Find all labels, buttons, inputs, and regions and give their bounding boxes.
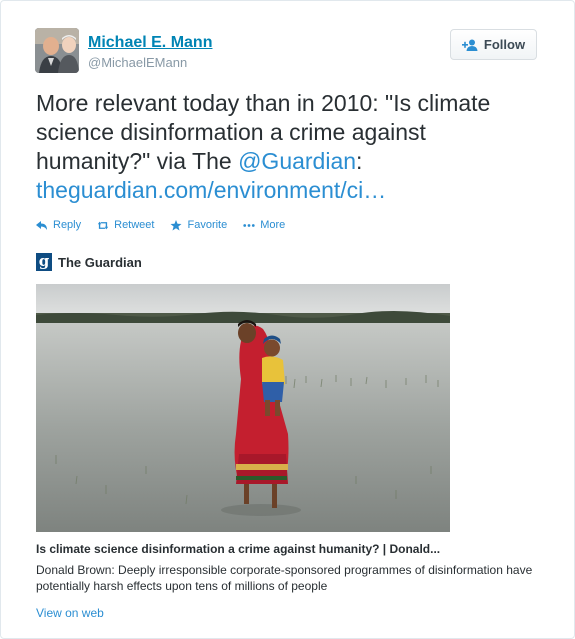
tweet-card: Michael E. Mann @MichaelEMann Follow Mor… <box>0 0 575 639</box>
more-button[interactable]: More <box>243 219 285 231</box>
favorite-button[interactable]: Favorite <box>170 219 227 231</box>
retweet-icon <box>97 221 109 229</box>
follow-label: Follow <box>483 37 526 52</box>
star-icon <box>170 219 182 230</box>
reply-label: Reply <box>53 219 82 231</box>
tweet-actions: Reply Retweet Favorite More <box>36 219 285 231</box>
tweet-text: More relevant today than in 2010: "Is cl… <box>36 89 546 205</box>
guardian-logo-icon: g <box>36 253 52 271</box>
retweet-label: Retweet <box>114 219 155 231</box>
card-image[interactable] <box>36 284 450 532</box>
card-title[interactable]: Is climate science disinformation a crim… <box>36 542 440 556</box>
card-source[interactable]: g The Guardian <box>36 253 142 271</box>
reply-button[interactable]: Reply <box>36 219 81 231</box>
follow-button[interactable]: Follow <box>450 29 537 60</box>
view-on-web-link[interactable]: View on web <box>36 606 104 620</box>
card-description: Donald Brown: Deeply irresponsible corpo… <box>36 563 533 593</box>
mention-link[interactable]: @Guardian <box>238 148 356 174</box>
more-label: More <box>260 219 286 231</box>
user-handle: @MichaelEMann <box>88 55 188 70</box>
reply-icon <box>36 220 47 230</box>
avatar[interactable] <box>35 28 79 73</box>
tweet-text-colon: : <box>356 148 363 174</box>
more-dots-icon <box>243 223 255 227</box>
retweet-button[interactable]: Retweet <box>97 219 154 231</box>
url-link[interactable]: theguardian.com/environment/ci… <box>36 177 386 203</box>
user-name-link[interactable]: Michael E. Mann <box>88 34 212 52</box>
source-name: The Guardian <box>58 254 142 270</box>
add-user-icon <box>461 39 478 51</box>
favorite-label: Favorite <box>187 219 228 231</box>
